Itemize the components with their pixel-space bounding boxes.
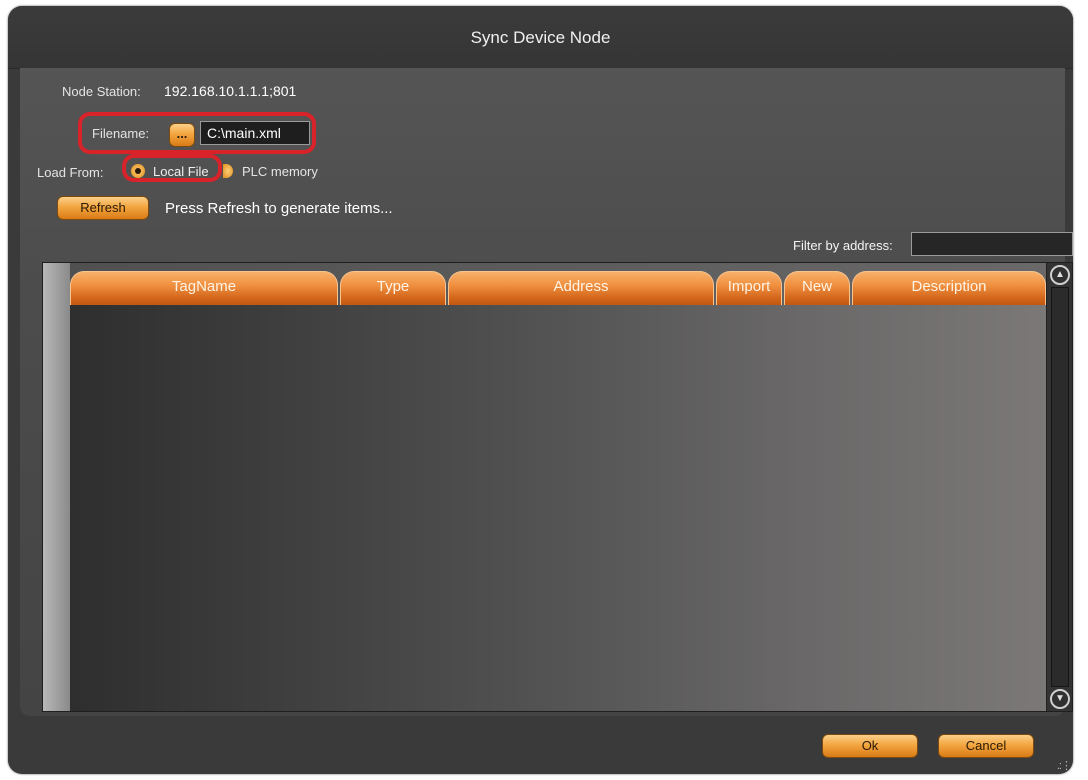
title-bar[interactable]: Sync Device Node bbox=[8, 6, 1073, 69]
filename-input[interactable] bbox=[200, 121, 310, 145]
column-header-address[interactable]: Address bbox=[448, 271, 714, 305]
column-header-new[interactable]: New bbox=[784, 271, 850, 305]
filter-by-address-input[interactable] bbox=[911, 232, 1073, 256]
scroll-down-icon[interactable]: ▼ bbox=[1050, 689, 1070, 709]
vertical-scrollbar[interactable]: ▲ ▼ bbox=[1046, 263, 1072, 711]
dialog-title: Sync Device Node bbox=[470, 28, 611, 47]
load-from-label: Load From: bbox=[37, 165, 104, 180]
filename-label: Filename: bbox=[92, 126, 150, 141]
scroll-track[interactable] bbox=[1051, 287, 1069, 687]
column-header-tagname[interactable]: TagName bbox=[70, 271, 338, 305]
grid-body bbox=[70, 263, 1048, 711]
scroll-up-icon[interactable]: ▲ bbox=[1050, 265, 1070, 285]
row-header-gutter bbox=[43, 263, 70, 711]
refresh-hint: Press Refresh to generate items... bbox=[165, 200, 393, 217]
browse-button[interactable]: ... bbox=[169, 123, 195, 147]
local-file-label: Local File bbox=[153, 164, 209, 179]
column-header-type[interactable]: Type bbox=[340, 271, 446, 305]
column-header-description[interactable]: Description bbox=[852, 271, 1046, 305]
dialog-content: Node Station: 192.168.10.1.1.1;801 Filen… bbox=[20, 68, 1073, 716]
sync-device-node-dialog: Sync Device Node Node Station: 192.168.1… bbox=[8, 6, 1073, 774]
resize-grip-icon[interactable]: .:⋮ bbox=[1057, 759, 1072, 772]
grid-header: TagName Type Address Import New Descript… bbox=[70, 263, 1048, 305]
plc-memory-label: PLC memory bbox=[242, 164, 318, 179]
column-header-import[interactable]: Import bbox=[716, 271, 782, 305]
cancel-button[interactable]: Cancel bbox=[938, 734, 1034, 758]
ok-button[interactable]: Ok bbox=[822, 734, 918, 758]
node-station-value: 192.168.10.1.1.1;801 bbox=[164, 83, 297, 99]
refresh-button[interactable]: Refresh bbox=[57, 196, 149, 220]
radio-plc-memory[interactable]: PLC memory bbox=[223, 163, 333, 181]
radio-selected-icon bbox=[131, 164, 145, 178]
node-station-label: Node Station: bbox=[62, 84, 141, 99]
radio-unselected-icon bbox=[223, 164, 233, 178]
filter-label: Filter by address: bbox=[793, 238, 893, 253]
radio-local-file[interactable]: Local File bbox=[131, 163, 221, 181]
items-grid: TagName Type Address Import New Descript… bbox=[42, 262, 1073, 712]
